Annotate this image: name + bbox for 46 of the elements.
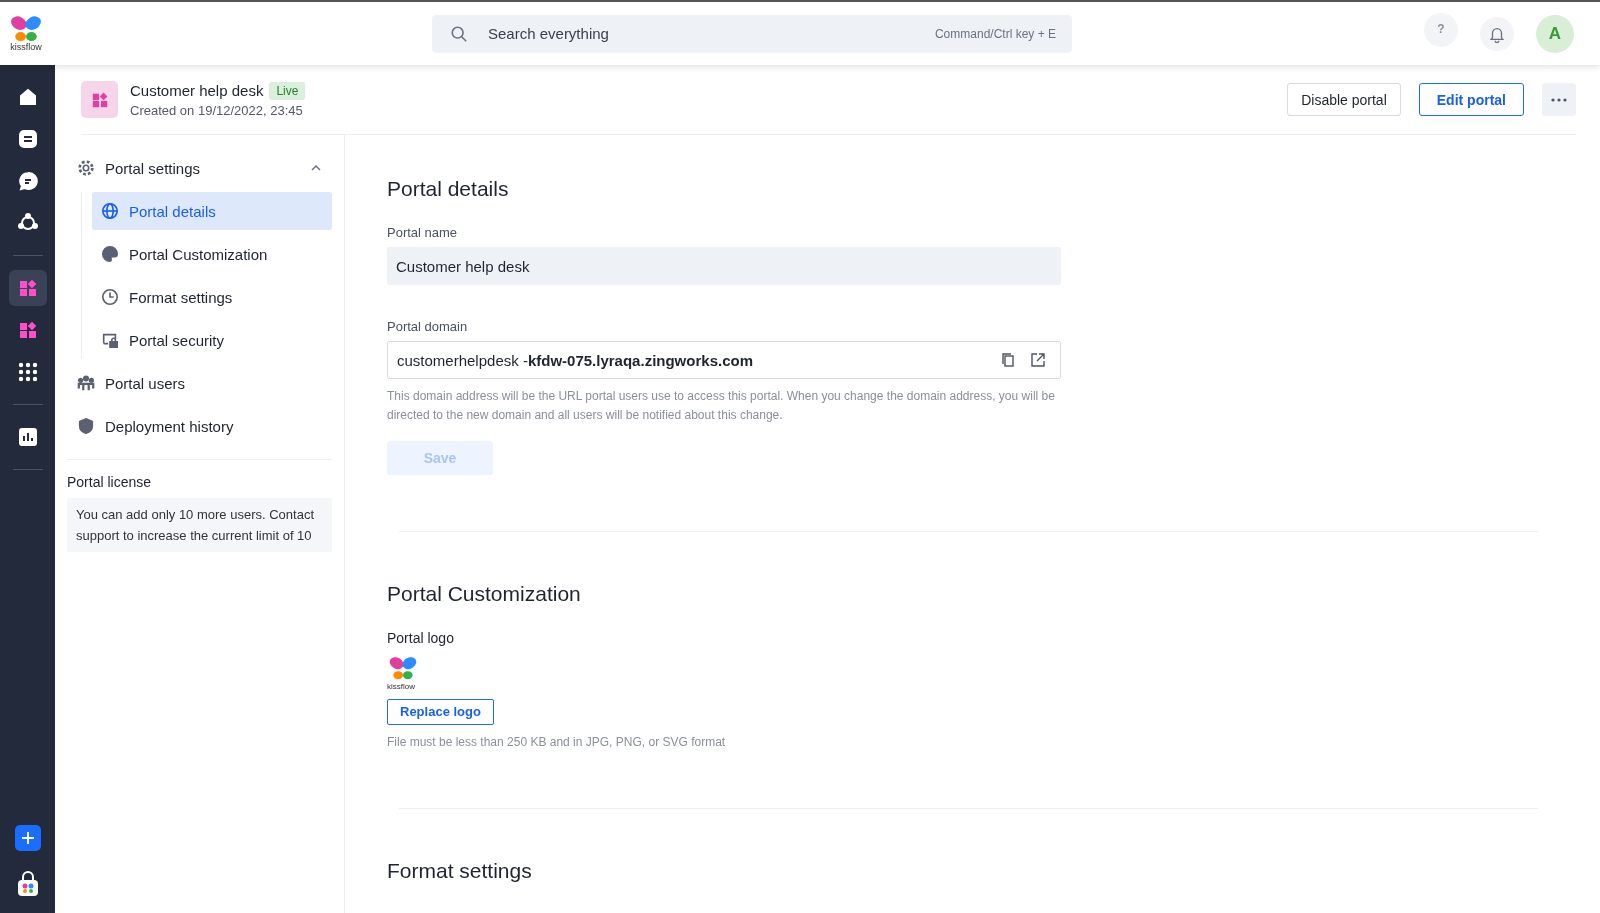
kissflow-logo[interactable]: kissflow xyxy=(0,15,54,52)
copy-icon[interactable] xyxy=(1000,352,1016,368)
section-title: Format settings xyxy=(387,858,533,883)
chevron-icon[interactable] xyxy=(310,164,322,172)
add-button[interactable] xyxy=(14,825,41,851)
globe-icon xyxy=(101,202,119,220)
created-date: Created on 19/12/2022, 23:45 xyxy=(130,102,304,118)
file-hint: File must be less than 250 KB and in JPG, PNG, or SVG format xyxy=(387,733,727,751)
nav-item[interactable]: Deployment history xyxy=(67,407,332,445)
nav-item[interactable]: Portal users xyxy=(67,364,332,402)
shortcut-hint: Command/Ctrl key + E xyxy=(934,26,1056,41)
status-badge: Live xyxy=(269,81,306,100)
portal-domain-field[interactable]: customerhelpdesk -kfdw-075.lyraqa.zingworks.com xyxy=(387,341,1061,379)
field-label: Portal name xyxy=(387,225,459,240)
portal-title: Customer help desk xyxy=(130,82,264,99)
license-title: Portal license xyxy=(67,474,153,490)
portal-logo: kissflow xyxy=(387,656,421,691)
lock-icon xyxy=(101,331,119,349)
more-icon xyxy=(1551,97,1567,102)
external-link-icon[interactable] xyxy=(1030,352,1046,368)
palette-icon xyxy=(101,245,119,263)
edit-button[interactable]: Edit portal xyxy=(1418,83,1524,116)
nav-item[interactable]: Portal security xyxy=(92,321,332,359)
portal-icon xyxy=(81,81,118,118)
shopping-bag-icon[interactable] xyxy=(15,871,40,897)
replace-logo-button[interactable]: Replace logo xyxy=(387,698,494,725)
plus-icon xyxy=(20,831,35,845)
clock-icon xyxy=(101,288,119,306)
disable-button[interactable]: Disable portal xyxy=(1287,83,1401,116)
nav-item[interactable]: Portal Customization xyxy=(92,235,332,273)
section-title: Portal details xyxy=(387,177,510,201)
search-icon xyxy=(450,24,468,43)
portal-icon[interactable] xyxy=(8,270,47,306)
shield-icon xyxy=(77,417,95,435)
settings-icon xyxy=(77,159,95,177)
nav-item[interactable]: Portal details xyxy=(92,192,332,230)
users-icon xyxy=(77,374,95,392)
license-note: You can add only 10 more users. Contact support to increase the current limit of 10 xyxy=(67,498,332,552)
section-title: Portal Customization xyxy=(387,582,582,606)
field-label: Portal logo xyxy=(387,630,455,646)
domain-help-text: This domain address will be the URL portal users use to access this portal. When you change the domain address, you will be directed to the new domain and all users will be notified about this change. xyxy=(387,388,1056,424)
nav-item[interactable]: Format settings xyxy=(92,278,332,316)
notifications-button[interactable] xyxy=(1480,16,1514,51)
portal-name-field[interactable]: Customer help desk xyxy=(387,247,1061,285)
nav-item[interactable]: Portal settings xyxy=(67,149,332,187)
field-label: Portal domain xyxy=(387,319,469,334)
